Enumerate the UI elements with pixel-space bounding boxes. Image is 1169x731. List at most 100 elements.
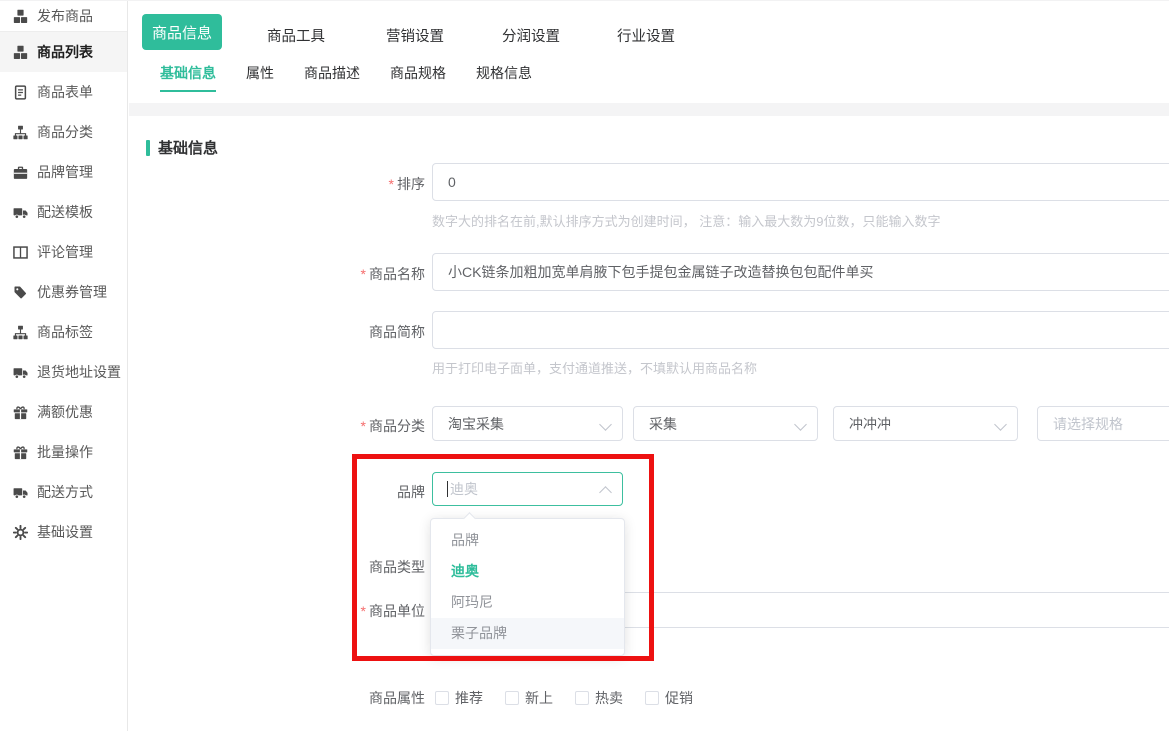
sidebar-item-label: 满额优惠: [37, 402, 93, 422]
category-select-level3[interactable]: 冲冲冲: [833, 406, 1018, 441]
sitemap-icon: [13, 325, 28, 340]
chevron-down-icon: [994, 418, 1007, 431]
brand-option-selected[interactable]: 迪奥: [431, 556, 624, 587]
sidebar-item-basic-settings[interactable]: 基础设置: [0, 512, 127, 552]
tab-product-info[interactable]: 商品信息: [142, 14, 222, 50]
brand-select-placeholder: 迪奥: [450, 479, 478, 499]
sidebar-item-comments[interactable]: 评论管理: [0, 232, 127, 272]
sort-helper-text: 数字大的排名在前,默认排序方式为创建时间， 注意：输入最大数为9位数，只能输入数…: [432, 211, 940, 230]
subtab-basic-info[interactable]: 基础信息: [160, 63, 216, 92]
section-separator: [129, 103, 1169, 116]
spec-select-placeholder: 请选择规格: [1053, 414, 1123, 434]
brand-option[interactable]: 品牌: [431, 525, 624, 556]
section-accent-bar: [146, 140, 150, 156]
sidebar-item-return-address[interactable]: 退货地址设置: [0, 352, 127, 392]
short-name-input[interactable]: [432, 311, 1169, 349]
short-name-helper-text: 用于打印电子面单，支付通道推送，不填默认用商品名称: [432, 358, 757, 377]
sidebar-item-label: 商品列表: [37, 42, 93, 62]
section-title: 基础信息: [158, 137, 218, 158]
category-select-value: 采集: [649, 414, 677, 434]
subtab-attributes[interactable]: 属性: [246, 63, 274, 92]
sidebar-item-label: 商品标签: [37, 322, 93, 342]
product-unit-label: 商品单位: [205, 601, 425, 621]
sidebar-item-delivery-template[interactable]: 配送模板: [0, 192, 127, 232]
sidebar-item-coupons[interactable]: 优惠券管理: [0, 272, 127, 312]
checkbox-label: 热卖: [595, 688, 623, 708]
truck-icon: [13, 365, 28, 380]
sidebar-item-delivery-method[interactable]: 配送方式: [0, 472, 127, 512]
brand-option[interactable]: 阿玛尼: [431, 587, 624, 618]
sidebar: 发布商品 商品列表 商品表单 商品分类 品牌管理 配送模板 评论管理: [0, 1, 128, 731]
sidebar-item-label: 商品表单: [37, 82, 93, 102]
sidebar-item-label: 配送方式: [37, 482, 93, 502]
sidebar-item-product-tags[interactable]: 商品标签: [0, 312, 127, 352]
sitemap-icon: [13, 125, 28, 140]
sidebar-item-label: 发布商品: [37, 6, 93, 26]
sidebar-item-label: 评论管理: [37, 242, 93, 262]
checkbox-label: 新上: [525, 688, 553, 708]
tab-industry-settings[interactable]: 行业设置: [617, 25, 675, 46]
sidebar-item-product-form[interactable]: 商品表单: [0, 72, 127, 112]
checkbox-label: 推荐: [455, 688, 483, 708]
spec-select[interactable]: 请选择规格: [1037, 406, 1169, 441]
brand-dropdown-panel: 品牌 迪奥 阿玛尼 栗子品牌: [430, 518, 625, 656]
text-cursor: [447, 481, 448, 497]
sidebar-item-label: 品牌管理: [37, 162, 93, 182]
brand-select[interactable]: 迪奥: [432, 472, 623, 506]
sidebar-item-label: 商品分类: [37, 122, 93, 142]
chevron-up-icon: [599, 486, 612, 499]
sidebar-item-category[interactable]: 商品分类: [0, 112, 127, 152]
tab-profit-settings[interactable]: 分润设置: [502, 25, 560, 46]
section-header: 基础信息: [146, 137, 218, 158]
sort-label: 排序: [205, 174, 425, 194]
checkbox-label: 促销: [665, 688, 693, 708]
subtabs: 基础信息 属性 商品描述 商品规格 规格信息: [160, 63, 532, 92]
category-select-value: 冲冲冲: [849, 414, 891, 434]
app: 发布商品 商品列表 商品表单 商品分类 品牌管理 配送模板 评论管理: [0, 0, 1169, 731]
checkbox-new[interactable]: 新上: [505, 688, 553, 708]
brand-label: 品牌: [205, 482, 425, 502]
sidebar-item-label: 退货地址设置: [37, 362, 121, 382]
file-icon: [13, 85, 28, 100]
columns-icon: [13, 245, 28, 260]
sidebar-item-label: 优惠券管理: [37, 282, 107, 302]
sidebar-item-label: 配送模板: [37, 202, 93, 222]
checkbox-icon: [645, 691, 659, 705]
subtab-specs[interactable]: 商品规格: [390, 63, 446, 92]
truck-icon: [13, 485, 28, 500]
category-select-value: 淘宝采集: [448, 414, 504, 434]
checkbox-promo[interactable]: 促销: [645, 688, 693, 708]
sidebar-item-brand-management[interactable]: 品牌管理: [0, 152, 127, 192]
sidebar-item-batch-operations[interactable]: 批量操作: [0, 432, 127, 472]
category-label: 商品分类: [205, 416, 425, 436]
brand-option[interactable]: 栗子品牌: [431, 618, 624, 649]
gear-icon: [13, 525, 28, 540]
category-select-level1[interactable]: 淘宝采集: [432, 406, 623, 441]
tab-product-tools[interactable]: 商品工具: [267, 25, 325, 46]
checkbox-icon: [505, 691, 519, 705]
truck-icon: [13, 205, 28, 220]
checkbox-icon: [575, 691, 589, 705]
sort-input[interactable]: [432, 163, 1169, 201]
product-type-label: 商品类型: [205, 557, 425, 577]
gift-icon: [13, 445, 28, 460]
checkbox-hot[interactable]: 热卖: [575, 688, 623, 708]
sidebar-item-label: 基础设置: [37, 522, 93, 542]
sidebar-item-product-list[interactable]: 商品列表: [0, 32, 127, 72]
tags-icon: [13, 285, 28, 300]
category-select-level2[interactable]: 采集: [633, 406, 818, 441]
sidebar-item-publish[interactable]: 发布商品: [0, 1, 127, 31]
product-name-label: 商品名称: [205, 264, 425, 284]
subtab-spec-info[interactable]: 规格信息: [476, 63, 532, 92]
checkbox-recommend[interactable]: 推荐: [435, 688, 483, 708]
cubes-icon: [13, 45, 28, 60]
chevron-down-icon: [599, 418, 612, 431]
briefcase-icon: [13, 165, 28, 180]
chevron-down-icon: [794, 418, 807, 431]
subtab-description[interactable]: 商品描述: [304, 63, 360, 92]
tab-marketing-settings[interactable]: 营销设置: [386, 25, 444, 46]
sidebar-item-full-discount[interactable]: 满额优惠: [0, 392, 127, 432]
short-name-label: 商品简称: [205, 322, 425, 342]
sidebar-item-label: 批量操作: [37, 442, 93, 462]
product-name-input[interactable]: [432, 253, 1169, 291]
